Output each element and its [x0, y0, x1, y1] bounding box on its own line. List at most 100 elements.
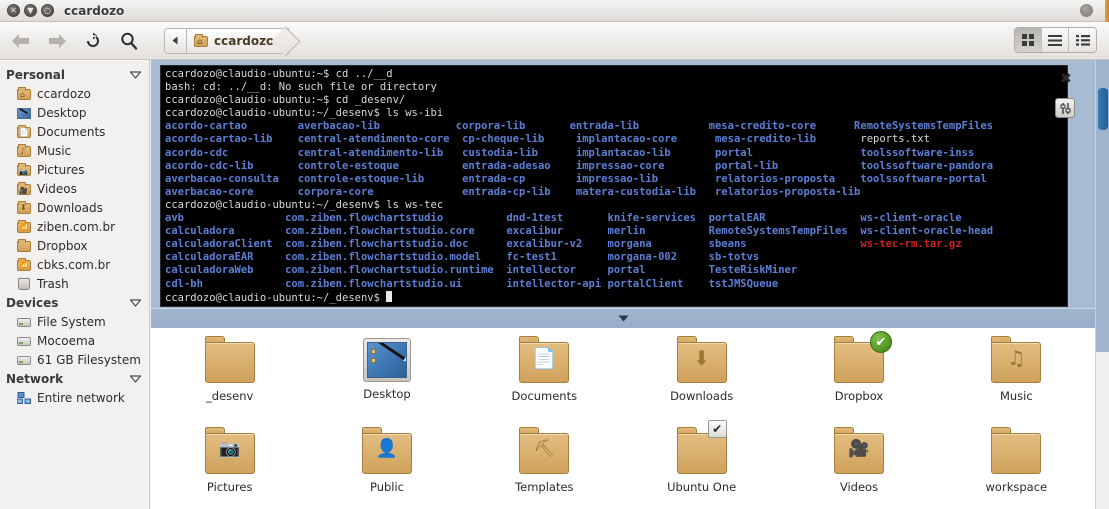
- chevron-down-icon: [130, 374, 141, 383]
- sidebar-item-label: Downloads: [37, 200, 103, 215]
- file-item-Documents[interactable]: 📄 Documents: [466, 328, 623, 419]
- sidebar-item-trash[interactable]: Trash: [0, 274, 149, 293]
- sidebar-item-label: Pictures: [37, 162, 85, 177]
- file-item-Pictures[interactable]: 📷 Pictures: [151, 419, 308, 509]
- sidebar-item-label: Trash: [37, 276, 69, 291]
- file-item-label: Documents: [511, 389, 578, 403]
- sidebar-item-downloads[interactable]: ⬇ Downloads: [0, 198, 149, 217]
- window-titlebar: ✕ ▼ ○ ccardozo: [0, 0, 1109, 22]
- file-item-label: Pictures: [206, 480, 253, 494]
- file-item-Templates[interactable]: ⛏ Templates: [466, 419, 623, 509]
- network-icon: [16, 390, 32, 406]
- sidebar-item-61gb-filesystem[interactable]: 61 GB Filesystem: [0, 350, 149, 369]
- embedded-terminal-panel: ccardozo@claudio-ubuntu:~$ cd ../__d bas…: [151, 60, 1095, 328]
- file-item-Dropbox[interactable]: ✔ Dropbox: [780, 328, 937, 419]
- file-item-label: Public: [369, 480, 405, 494]
- file-item-UbuntuOne[interactable]: ✔ Ubuntu One: [623, 419, 780, 509]
- pictures-folder-icon: 📷: [16, 162, 32, 178]
- terminal-output[interactable]: ccardozo@claudio-ubuntu:~$ cd ../__d bas…: [160, 65, 1068, 307]
- folder-icon: [16, 238, 32, 254]
- drive-icon: [16, 333, 32, 349]
- downloads-folder-icon: ⬇: [16, 200, 32, 216]
- sidebar-item-ccardozo[interactable]: ⌂ ccardozo: [0, 84, 149, 103]
- file-item-Downloads[interactable]: ⬇ Downloads: [623, 328, 780, 419]
- sidebar-item-entire-network[interactable]: Entire network: [0, 388, 149, 407]
- collapse-chevron-icon[interactable]: [618, 315, 629, 322]
- sidebar-item-label: Music: [37, 143, 72, 158]
- breadcrumb: ⌂ ccardozo: [164, 27, 290, 54]
- file-item-Music[interactable]: ♫ Music: [938, 328, 1095, 419]
- maximize-button[interactable]: ○: [41, 4, 54, 17]
- file-item-Desktop[interactable]: Desktop: [308, 328, 465, 419]
- sidebar-item-label: Videos: [37, 181, 77, 196]
- file-item-label: Desktop: [363, 387, 411, 401]
- sidebar-item-ziben[interactable]: 📶 ziben.com.br: [0, 217, 149, 236]
- file-icon-grid[interactable]: _desenv Desktop 📄 Documents ⬇ Downloads …: [151, 328, 1095, 509]
- pictures-folder-icon: 📷: [203, 427, 257, 475]
- file-item-label: Ubuntu One: [667, 480, 737, 494]
- file-item-label: Dropbox: [834, 389, 884, 403]
- back-icon[interactable]: [6, 26, 36, 56]
- icon-view-button[interactable]: [1015, 28, 1042, 52]
- minimize-button[interactable]: ▼: [24, 4, 37, 17]
- sidebar-item-videos[interactable]: 🎥 Videos: [0, 179, 149, 198]
- close-button[interactable]: ✕: [7, 4, 20, 17]
- videos-folder-icon: 🎥: [832, 427, 886, 475]
- navigation-toolbar: ⌂ ccardozo: [0, 22, 1109, 60]
- compact-view-button[interactable]: [1069, 28, 1096, 52]
- desktop-image-icon: [362, 338, 411, 382]
- templates-folder-icon: ⛏: [517, 427, 571, 475]
- breadcrumb-label: ccardozo: [214, 33, 275, 48]
- scrollbar-thumb[interactable]: [1098, 88, 1108, 130]
- file-item-_desenv[interactable]: _desenv: [151, 328, 308, 419]
- file-item-workspace[interactable]: workspace: [938, 419, 1095, 509]
- places-sidebar[interactable]: Personal ⌂ ccardozo Desktop 📄 Documents …: [0, 60, 150, 509]
- file-item-glyph: 🎥: [848, 439, 870, 459]
- file-item-Public[interactable]: 👤 Public: [308, 419, 465, 509]
- sidebar-item-label: File System: [37, 314, 106, 329]
- sidebar-item-label: Dropbox: [37, 238, 88, 253]
- list-view-button[interactable]: [1042, 28, 1069, 52]
- sidebar-item-file-system[interactable]: File System: [0, 312, 149, 331]
- file-item-glyph: ⬇: [693, 346, 711, 370]
- file-item-label: workspace: [985, 480, 1048, 494]
- sidebar-item-pictures[interactable]: 📷 Pictures: [0, 160, 149, 179]
- home-folder-icon: ⌂: [193, 33, 209, 49]
- file-manager-window: ✕ ▼ ○ ccardozo ⌂ ccardozo Personal ⌂ cca…: [0, 0, 1109, 509]
- sidebar-item-label: ziben.com.br: [37, 219, 116, 234]
- file-item-Videos[interactable]: 🎥 Videos: [780, 419, 937, 509]
- reload-icon[interactable]: [78, 26, 108, 56]
- file-item-glyph: 👤: [375, 438, 399, 459]
- breadcrumb-item-ccardozo[interactable]: ⌂ ccardozo: [186, 27, 290, 54]
- file-item-label: Videos: [839, 480, 879, 494]
- desktop-folder-icon: [16, 105, 32, 121]
- sidebar-group-devices[interactable]: Devices: [0, 293, 149, 312]
- window-edge-accent: [1105, 0, 1109, 22]
- window-menu-button[interactable]: [1080, 4, 1093, 17]
- main-content-pane: ccardozo@claudio-ubuntu:~$ cd ../__d bas…: [151, 60, 1109, 509]
- music-folder-icon: ♪: [16, 143, 32, 159]
- chevron-down-icon: [130, 70, 141, 79]
- sidebar-item-music[interactable]: ♪ Music: [0, 141, 149, 160]
- forward-icon[interactable]: [42, 26, 72, 56]
- sidebar-item-label: Desktop: [37, 105, 87, 120]
- terminal-close-icon[interactable]: ✖: [1059, 72, 1073, 86]
- vertical-scrollbar[interactable]: [1095, 60, 1109, 509]
- sidebar-item-documents[interactable]: 📄 Documents: [0, 122, 149, 141]
- drive-icon: [16, 352, 32, 368]
- breadcrumb-prev-button[interactable]: [164, 27, 186, 54]
- remote-folder-icon: 📶: [16, 219, 32, 235]
- sidebar-item-cbks[interactable]: 📶 cbks.com.br: [0, 255, 149, 274]
- terminal-splitter[interactable]: [151, 308, 1095, 328]
- documents-folder-icon: 📄: [16, 124, 32, 140]
- sidebar-group-network[interactable]: Network: [0, 369, 149, 388]
- sidebar-group-personal[interactable]: Personal: [0, 65, 149, 84]
- chevron-down-icon: [130, 298, 141, 307]
- folder-icon: [989, 427, 1043, 475]
- search-icon[interactable]: [114, 26, 144, 56]
- documents-folder-icon: 📄: [517, 336, 571, 384]
- sidebar-item-desktop[interactable]: Desktop: [0, 103, 149, 122]
- terminal-preferences-icon[interactable]: [1055, 98, 1075, 118]
- sidebar-item-dropbox[interactable]: Dropbox: [0, 236, 149, 255]
- sidebar-item-mocoema[interactable]: Mocoema: [0, 331, 149, 350]
